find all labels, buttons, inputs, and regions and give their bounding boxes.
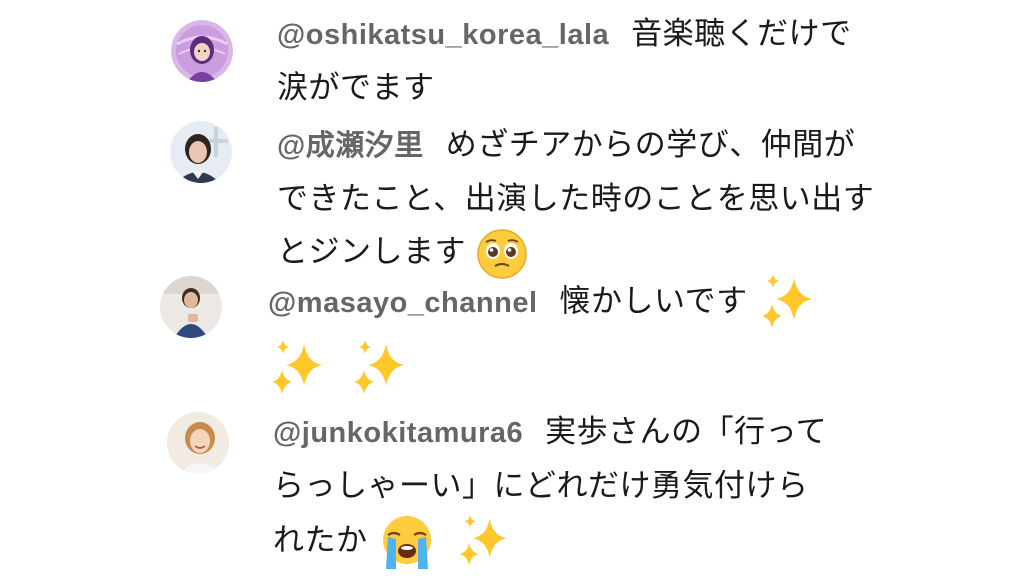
sparkles-emoji-icon — [350, 338, 412, 400]
smiling-woman-photo-avatar-icon — [167, 412, 229, 474]
comment-author[interactable]: @masayo_channel — [268, 287, 538, 319]
loudly-crying-face-emoji-icon — [378, 513, 436, 571]
avatar[interactable] — [167, 412, 229, 474]
woman-photo-avatar-icon — [170, 121, 232, 183]
avatar[interactable] — [160, 276, 222, 338]
sparkles-emoji-icon — [456, 513, 514, 571]
avatar[interactable] — [170, 121, 232, 183]
person-photo-avatar-icon — [160, 276, 222, 338]
avatar[interactable] — [171, 20, 233, 82]
comment-author[interactable]: @成瀬汐里 — [277, 130, 424, 162]
sparkles-emoji-icon — [758, 272, 820, 334]
comment-author[interactable]: @junkokitamura6 — [273, 417, 523, 449]
comment-author[interactable]: @oshikatsu_korea_lala — [277, 19, 609, 51]
comment-text: 懐かしいです — [559, 283, 748, 320]
sparkles-emoji-icon — [268, 338, 330, 400]
illustrated-girl-avatar-icon — [171, 20, 233, 82]
